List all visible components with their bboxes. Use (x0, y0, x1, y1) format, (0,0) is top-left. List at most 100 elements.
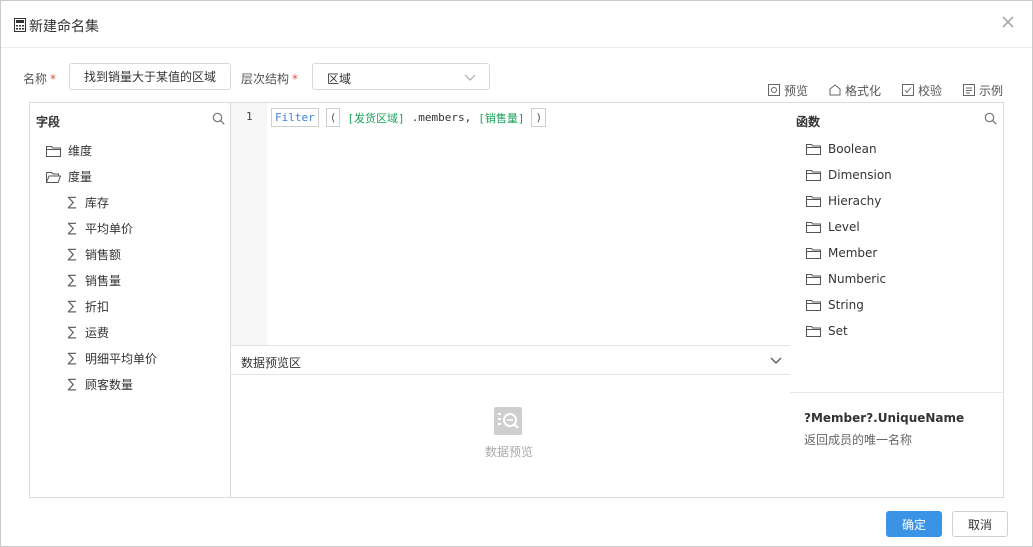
sigma-icon: ∑ (67, 247, 77, 262)
sigma-icon: ∑ (67, 273, 77, 288)
tree-folder-label: 维度 (68, 144, 93, 158)
data-preview-title: 数据预览区 (241, 356, 302, 370)
function-group-hierachy[interactable]: Hierachy (806, 194, 881, 208)
name-label: 名称 * (23, 72, 57, 86)
tree-folder-dimension[interactable]: 维度 (46, 142, 92, 159)
function-group-label: Hierachy (828, 194, 882, 208)
folder-icon (806, 144, 821, 155)
validate-icon (901, 84, 914, 96)
measure-item[interactable]: ∑ 运费 (66, 324, 109, 341)
folder-open-icon (46, 171, 61, 183)
line-number: 1 (246, 110, 253, 123)
measure-item[interactable]: ∑ 折扣 (66, 298, 109, 315)
function-group-label: Numberic (828, 272, 887, 286)
document-icon (962, 84, 975, 96)
measure-label: 销售额 (85, 248, 122, 262)
format-button[interactable]: 格式化 (829, 82, 881, 98)
members-token: .members, (411, 111, 472, 124)
validate-button[interactable]: 校验 (901, 82, 942, 98)
folder-icon (806, 274, 821, 285)
data-preview-toggle[interactable]: 数据预览区 (231, 345, 790, 375)
new-named-set-dialog: 新建命名集 名称* 层次结构* 区域 预览 格式化 校验 示例 (0, 0, 1033, 547)
function-group-string[interactable]: String (806, 298, 864, 312)
sigma-icon: ∑ (67, 377, 77, 392)
hierarchy-select-value: 区域 (327, 72, 352, 86)
calculator-icon (14, 18, 26, 32)
format-label: 格式化 (844, 83, 881, 98)
folder-icon (806, 222, 821, 233)
cancel-button[interactable]: 取消 (952, 511, 1008, 537)
function-group-label: Set (828, 324, 848, 338)
function-group-label: Member (828, 246, 878, 260)
search-icon[interactable] (984, 112, 997, 125)
format-icon (829, 84, 841, 96)
editor-toolbar: 预览 格式化 校验 示例 (767, 82, 1003, 98)
expression-editor-panel: 1 Filter ( [发货区域] .members, [销售量] ) 数据预览… (230, 102, 791, 498)
measure-label: 库存 (85, 196, 110, 210)
sigma-icon: ∑ (67, 195, 77, 210)
fields-panel: 字段 维度 度量 ∑ 库存 ∑ 平均单价 ∑ 销售额 ∑ 销售量 ∑ 折扣 ∑ 运费 ∑ 明细… (29, 102, 231, 498)
functions-panel: 函数 Boolean Dimension Hierachy Level Memb… (790, 102, 1004, 498)
functions-panel-title: 函数 (796, 115, 821, 129)
code-line[interactable]: Filter ( [发货区域] .members, [销售量] ) (271, 108, 547, 127)
measure-item[interactable]: ∑ 平均单价 (66, 220, 133, 237)
search-icon[interactable] (212, 112, 225, 125)
chevron-down-icon (464, 74, 476, 81)
sigma-icon: ∑ (67, 351, 77, 366)
function-token[interactable]: Filter (271, 108, 319, 127)
folder-icon (806, 326, 821, 337)
field-token[interactable]: [发货区域] (347, 110, 404, 126)
function-divider (790, 392, 1003, 393)
measure-item[interactable]: ∑ 销售量 (66, 272, 121, 289)
measure-label: 顾客数量 (85, 378, 134, 392)
function-group-label: String (828, 298, 864, 312)
paren-token[interactable]: ( (325, 108, 341, 127)
measure-item[interactable]: ∑ 顾客数量 (66, 376, 133, 393)
paren-token[interactable]: ) (531, 108, 547, 127)
measure-item[interactable]: ∑ 销售额 (66, 246, 121, 263)
ok-button[interactable]: 确定 (886, 511, 942, 537)
close-icon[interactable] (998, 12, 1018, 32)
folder-icon (806, 170, 821, 181)
name-input[interactable] (69, 63, 231, 90)
measure-label: 销售量 (85, 274, 122, 288)
function-group-dimension[interactable]: Dimension (806, 168, 892, 182)
function-signature: ?Member?.UniqueName (804, 411, 965, 425)
dialog-header: 新建命名集 (1, 1, 1032, 48)
sigma-icon: ∑ (67, 325, 77, 340)
preview-label: 预览 (783, 83, 808, 98)
function-group-boolean[interactable]: Boolean (806, 142, 877, 156)
fields-panel-title: 字段 (36, 115, 61, 129)
data-preview-empty-text: 数据预览 (485, 445, 534, 459)
hierarchy-select[interactable]: 区域 (312, 63, 490, 90)
example-label: 示例 (978, 83, 1003, 98)
function-group-label: Boolean (828, 142, 877, 156)
folder-icon (806, 248, 821, 259)
preview-icon (767, 84, 780, 96)
function-description: 返回成员的唯一名称 (804, 433, 913, 447)
preview-button[interactable]: 预览 (767, 82, 808, 98)
function-group-set[interactable]: Set (806, 324, 848, 338)
line-number-gutter: 1 (231, 103, 267, 345)
measure-label: 折扣 (85, 300, 110, 314)
folder-icon (806, 300, 821, 311)
measure-item[interactable]: ∑ 库存 (66, 194, 109, 211)
measure-item[interactable]: ∑ 明细平均单价 (66, 350, 157, 367)
example-button[interactable]: 示例 (962, 82, 1003, 98)
validate-label: 校验 (917, 83, 942, 98)
function-group-label: Level (828, 220, 860, 234)
field-token[interactable]: [销售量] (478, 110, 524, 126)
tree-folder-measure[interactable]: 度量 (46, 168, 92, 185)
function-group-member[interactable]: Member (806, 246, 877, 260)
chevron-down-icon (770, 357, 782, 364)
measure-label: 运费 (85, 326, 110, 340)
folder-icon (806, 196, 821, 207)
dialog-title: 新建命名集 (29, 19, 99, 35)
measure-label: 明细平均单价 (85, 352, 158, 366)
function-group-label: Dimension (828, 168, 892, 182)
function-group-level[interactable]: Level (806, 220, 860, 234)
sigma-icon: ∑ (67, 299, 77, 314)
function-group-numberic[interactable]: Numberic (806, 272, 886, 286)
folder-icon (46, 145, 61, 157)
sigma-icon: ∑ (67, 221, 77, 236)
